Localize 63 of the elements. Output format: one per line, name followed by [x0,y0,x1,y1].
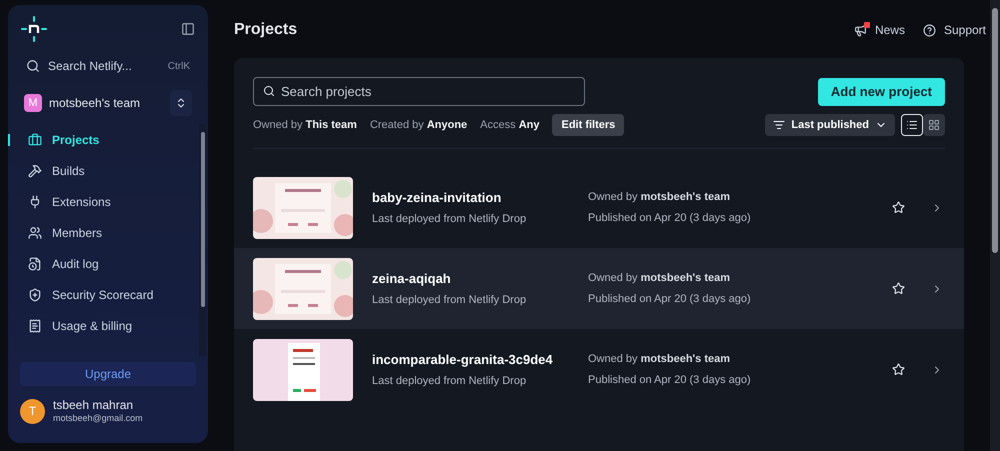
grid-view-button[interactable] [923,114,945,136]
plug-icon [28,194,42,208]
owner-text: Owned by motsbeeh's team [588,190,732,205]
nav-item[interactable]: Members [28,224,102,242]
project-name[interactable]: baby-zeina-invitation [372,188,588,207]
sort-dropdown[interactable]: Last published [765,114,895,136]
user-email: motsbeeh@gmail.com [53,413,143,424]
deploy-source: Last deployed from Netlify Drop [372,293,528,308]
nav-item[interactable]: Extensions [28,192,111,210]
list-view-button[interactable] [901,114,923,136]
page-title: Projects [234,20,298,40]
people-icon [28,226,42,240]
team-switcher-button[interactable] [170,90,192,116]
nav-item[interactable]: Security Scorecard [28,286,154,304]
star-icon[interactable] [892,282,905,295]
deploy-source: Last deployed from Netlify Drop [372,212,528,227]
sidebar-toggle-icon[interactable] [181,22,195,36]
search-icon [26,59,40,73]
published-date: Published on Apr 20 (3 days ago) [588,372,752,388]
scrollbar[interactable] [990,0,1000,451]
star-icon[interactable] [892,363,905,376]
scrollbar[interactable] [199,124,206,356]
shield-icon [28,288,42,302]
nav-item[interactable]: Builds [28,162,85,180]
owner-text: Owned by motsbeeh's team [588,352,732,367]
project-name[interactable]: zeina-aqiqah [372,268,588,288]
hammer-icon [28,164,42,178]
add-project-button[interactable]: Add new project [818,78,945,106]
star-icon[interactable] [892,201,905,214]
deploy-source: Last deployed from Netlify Drop [372,374,528,389]
published-date: Published on Apr 20 (3 days ago) [588,210,752,226]
published-date: Published on Apr 20 (3 days ago) [588,292,752,306]
team-name[interactable]: motsbeeh's team [49,94,163,112]
user-name: tsbeeh mahran [53,398,134,413]
sort-icon [773,119,786,131]
logo-icon[interactable] [21,16,47,42]
upgrade-button[interactable]: Upgrade [20,362,196,386]
user-avatar: T [20,398,45,424]
project-row[interactable]: zeina-aqiqah Last deployed from Netlify Drop Owned by motsbeeh's team Published on Apr 20 (3 days ago) [234,248,964,329]
briefcase-icon [28,132,42,146]
search-field[interactable]: Search Netlify... CtrlK [26,55,190,77]
nav-item[interactable]: Usage & billing [28,316,132,334]
search-placeholder: Search Netlify... [48,58,133,75]
chevron-updown-icon [175,97,187,109]
nav-item[interactable]: Projects [28,130,100,148]
header-link[interactable]: Support [922,21,986,39]
shortcut-hint: CtrlK [168,60,190,74]
search-field[interactable]: Search projects [253,77,585,106]
nav-item[interactable]: Audit log [28,254,99,272]
filter-label[interactable]: Access Any [480,116,540,134]
document-clock-icon [28,256,42,270]
header-link[interactable]: News [854,21,905,39]
filter-label[interactable]: Owned by This team [253,116,357,134]
help-icon [922,24,936,36]
grid-icon [928,119,940,131]
search-icon [263,85,275,97]
receipt-icon [28,318,42,332]
project-name[interactable]: incomparable-granita-3c9de4 [372,350,588,369]
team-avatar: M [24,94,42,112]
megaphone-icon [854,24,867,36]
filter-label[interactable]: Created by Anyone [370,116,468,134]
edit-filters-button[interactable]: Edit filters [552,114,624,136]
owner-text: Owned by motsbeeh's team [588,271,732,286]
